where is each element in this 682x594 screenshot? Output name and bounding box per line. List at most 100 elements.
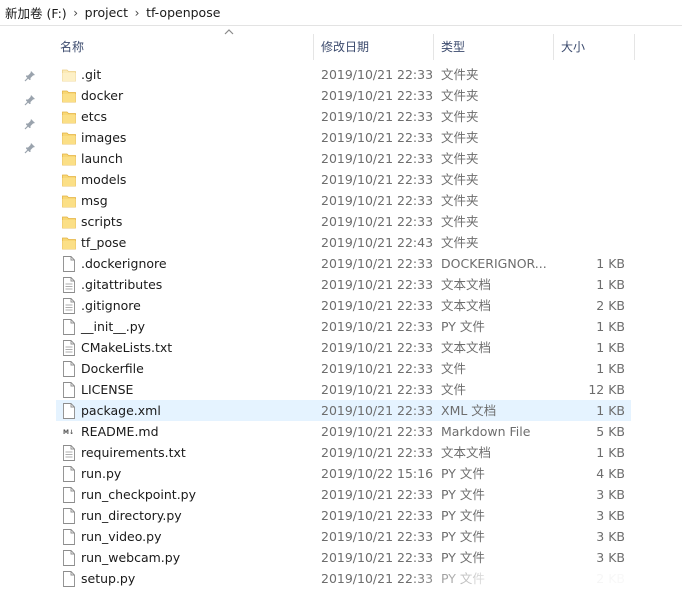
pin-icon[interactable] xyxy=(24,118,36,130)
file-row[interactable]: launch 2019/10/21 22:33 文件夹 xyxy=(56,148,631,169)
column-header-type[interactable]: 类型 xyxy=(441,36,465,58)
file-type: Markdown File xyxy=(441,424,531,439)
file-type: DOCKERIGNOR... xyxy=(441,256,547,271)
file-modified-date: 2019/10/21 22:33 xyxy=(321,403,434,418)
file-type: 文件 xyxy=(441,382,467,397)
folder-icon xyxy=(62,130,76,146)
column-header-bar: 名称 修改日期 类型 大小 xyxy=(46,26,682,64)
file-row[interactable]: scripts 2019/10/21 22:33 文件夹 xyxy=(56,211,631,232)
file-row[interactable]: run_directory.py 2019/10/21 22:33 PY 文件 3 K… xyxy=(56,505,631,526)
file-row[interactable]: package.xml 2019/10/21 22:33 XML 文档 1 KB xyxy=(56,400,631,421)
file-row[interactable]: .dockerignore 2019/10/21 22:33 DOCKERIGNOR… xyxy=(56,253,631,274)
chevron-right-icon[interactable]: › xyxy=(128,6,146,20)
file-row[interactable]: docker 2019/10/21 22:33 文件夹 xyxy=(56,85,631,106)
file-row[interactable]: run.py 2019/10/22 15:16 PY 文件 4 KB xyxy=(56,463,631,484)
sort-ascending-icon xyxy=(224,29,234,35)
file-size: 1 KB xyxy=(596,361,625,376)
file-row[interactable]: images 2019/10/21 22:33 文件夹 xyxy=(56,127,631,148)
column-header-name[interactable]: 名称 xyxy=(60,36,84,58)
column-divider[interactable] xyxy=(634,34,635,60)
file-modified-date: 2019/10/21 22:33 xyxy=(321,529,434,544)
file-icon xyxy=(62,382,76,398)
file-type: 文本文档 xyxy=(441,277,492,292)
file-row[interactable]: run_checkpoint.py 2019/10/21 22:33 PY 文件 3 … xyxy=(56,484,631,505)
breadcrumb-project[interactable]: project xyxy=(85,5,128,20)
file-row[interactable]: .gitattributes 2019/10/21 22:33 文本文档 1 KB xyxy=(56,274,631,295)
text-file-icon xyxy=(62,277,76,293)
file-type: PY 文件 xyxy=(441,529,485,544)
column-divider[interactable] xyxy=(553,34,554,60)
file-name: run_webcam.py xyxy=(81,550,181,565)
file-size: 3 KB xyxy=(596,529,625,544)
file-type: PY 文件 xyxy=(441,319,485,334)
file-name: .gitattributes xyxy=(81,277,163,292)
file-size: 3 KB xyxy=(596,487,625,502)
text-file-icon xyxy=(62,340,76,356)
file-type: 文本文档 xyxy=(441,340,492,355)
file-type: PY 文件 xyxy=(441,466,485,481)
file-name: etcs xyxy=(81,109,107,124)
file-size: 5 KB xyxy=(596,424,625,439)
file-row[interactable]: LICENSE 2019/10/21 22:33 文件 12 KB xyxy=(56,379,631,400)
file-row[interactable]: M↓ README.md 2019/10/21 22:33 Markdown File… xyxy=(56,421,631,442)
file-name: images xyxy=(81,130,127,145)
chevron-right-icon[interactable]: › xyxy=(67,6,85,20)
file-name: package.xml xyxy=(81,403,161,418)
file-row[interactable]: msg 2019/10/21 22:33 文件夹 xyxy=(56,190,631,211)
file-modified-date: 2019/10/21 22:33 xyxy=(321,256,434,271)
file-modified-date: 2019/10/21 22:33 xyxy=(321,445,434,460)
file-row[interactable]: run_video.py 2019/10/21 22:33 PY 文件 3 KB xyxy=(56,526,631,547)
text-file-icon xyxy=(62,298,76,314)
column-divider[interactable] xyxy=(313,34,314,60)
file-name: Dockerfile xyxy=(81,361,144,376)
file-icon xyxy=(62,529,76,545)
breadcrumb-current-folder[interactable]: tf-openpose xyxy=(146,5,220,20)
file-icon xyxy=(62,361,76,377)
file-row[interactable]: models 2019/10/21 22:33 文件夹 xyxy=(56,169,631,190)
file-row[interactable]: .git 2019/10/21 22:33 文件夹 xyxy=(56,64,631,85)
column-header-date[interactable]: 修改日期 xyxy=(321,36,369,58)
file-row[interactable]: CMakeLists.txt 2019/10/21 22:33 文本文档 1 KB xyxy=(56,337,631,358)
file-row[interactable]: run_webcam.py 2019/10/21 22:33 PY 文件 3 KB xyxy=(56,547,631,568)
file-icon xyxy=(62,487,76,503)
pin-icon[interactable] xyxy=(24,142,36,154)
folder-icon xyxy=(62,109,76,125)
file-size: 1 KB xyxy=(596,319,625,334)
breadcrumb: 新加卷 (F:) › project › tf-openpose xyxy=(0,0,682,26)
file-type: 文件夹 xyxy=(441,172,479,187)
column-header-size[interactable]: 大小 xyxy=(561,36,585,58)
file-modified-date: 2019/10/21 22:33 xyxy=(321,487,434,502)
file-size: 1 KB xyxy=(596,445,625,460)
file-row[interactable]: requirements.txt 2019/10/21 22:33 文本文档 1 KB xyxy=(56,442,631,463)
file-type: PY 文件 xyxy=(441,550,485,565)
file-name: .dockerignore xyxy=(81,256,167,271)
file-row[interactable]: etcs 2019/10/21 22:33 文件夹 xyxy=(56,106,631,127)
file-modified-date: 2019/10/21 22:33 xyxy=(321,88,434,103)
file-modified-date: 2019/10/21 22:33 xyxy=(321,382,434,397)
pin-icon[interactable] xyxy=(24,70,36,82)
file-type: PY 文件 xyxy=(441,508,485,523)
file-row[interactable]: setup.py 2019/10/21 22:33 PY 文件 2 KB xyxy=(56,568,631,589)
file-name: docker xyxy=(81,88,124,103)
file-row[interactable]: __init__.py 2019/10/21 22:33 PY 文件 1 KB xyxy=(56,316,631,337)
file-modified-date: 2019/10/21 22:33 xyxy=(321,550,434,565)
file-icon xyxy=(62,319,76,335)
file-size: 3 KB xyxy=(596,508,625,523)
file-name: msg xyxy=(81,193,108,208)
file-name: run_video.py xyxy=(81,529,162,544)
file-modified-date: 2019/10/21 22:33 xyxy=(321,172,434,187)
breadcrumb-drive[interactable]: 新加卷 (F:) xyxy=(5,3,67,22)
file-type: 文件夹 xyxy=(441,109,479,124)
file-modified-date: 2019/10/21 22:33 xyxy=(321,277,434,292)
file-type: 文件 xyxy=(441,361,467,376)
file-size: 2 KB xyxy=(596,571,625,586)
file-row[interactable]: tf_pose 2019/10/21 22:43 文件夹 xyxy=(56,232,631,253)
file-row[interactable]: Dockerfile 2019/10/21 22:33 文件 1 KB xyxy=(56,358,631,379)
file-name: launch xyxy=(81,151,123,166)
file-type: PY 文件 xyxy=(441,571,485,586)
pin-icon[interactable] xyxy=(24,94,36,106)
file-row[interactable]: .gitignore 2019/10/21 22:33 文本文档 2 KB xyxy=(56,295,631,316)
file-modified-date: 2019/10/21 22:33 xyxy=(321,340,434,355)
file-name: .git xyxy=(81,67,102,82)
column-divider[interactable] xyxy=(433,34,434,60)
